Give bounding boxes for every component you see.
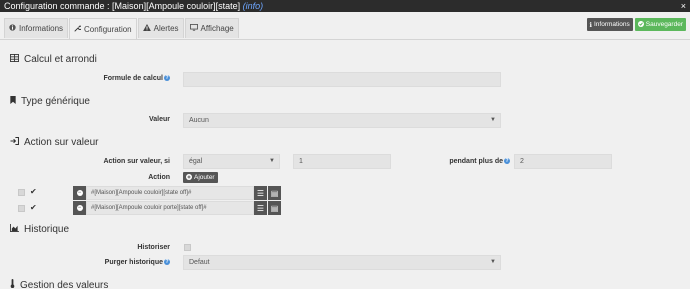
info-icon: ℹ — [589, 21, 592, 29]
close-icon[interactable]: × — [681, 0, 686, 12]
command-input-value: #[Maison][Ampoule couloir][state off]# — [91, 190, 192, 196]
add-action-label: Ajouter — [194, 174, 215, 181]
thermometer-icon — [10, 279, 15, 289]
window-title: Configuration commande : [Maison][Ampoul… — [4, 1, 241, 11]
valeur-label: Valeur — [148, 116, 170, 123]
tab-alertes[interactable]: Alertes — [137, 18, 184, 38]
chevron-down-icon: ▼ — [490, 117, 496, 123]
tab-configuration[interactable]: Configuration — [69, 18, 137, 40]
purger-select-value: Defaut — [189, 259, 210, 266]
tab-bar: Informations Configuration Alertes Affic… — [0, 18, 240, 40]
formule-label: Formule de calcul? — [100, 75, 170, 82]
help-icon[interactable]: ? — [504, 158, 510, 164]
list-icon[interactable]: ☰ — [254, 201, 267, 215]
minus-circle-icon: − — [76, 190, 83, 196]
sign-in-icon — [10, 136, 20, 148]
section-title: Type générique — [21, 96, 90, 107]
warning-icon — [142, 24, 151, 33]
info-circle-icon — [9, 24, 16, 33]
section-type: Type générique — [10, 96, 90, 107]
check-circle-icon — [637, 20, 644, 29]
help-icon[interactable]: ? — [164, 259, 170, 265]
check-icon: ✔ — [30, 203, 37, 212]
informations-button-label: Informations — [593, 21, 630, 28]
table-icon — [10, 54, 19, 65]
remove-action-button[interactable]: − — [73, 186, 86, 200]
informations-button[interactable]: ℹ Informations — [586, 18, 633, 31]
valeur-select[interactable]: Aucun ▼ — [183, 113, 501, 128]
help-icon[interactable]: ? — [164, 75, 170, 81]
row-enable-checkbox[interactable] — [18, 189, 25, 196]
pendant-label-text: pendant plus de — [449, 158, 503, 165]
tab-label: Affichage — [200, 24, 234, 33]
window-title-info: (info) — [242, 1, 264, 11]
purger-label: Purger historique? — [100, 259, 170, 266]
list-icon[interactable]: ☰ — [254, 186, 267, 200]
bookmark-icon — [10, 96, 16, 107]
valeur-select-value: Aucun — [189, 117, 209, 124]
formule-label-text: Formule de calcul — [103, 75, 163, 82]
monitor-icon — [189, 24, 198, 33]
save-button[interactable]: Sauvegarder — [634, 18, 686, 31]
plus-circle-icon — [186, 173, 192, 182]
check-icon: ✔ — [30, 187, 37, 196]
tab-label: Alertes — [153, 24, 179, 33]
historiser-checkbox[interactable] — [184, 244, 191, 251]
select-command-icon[interactable]: ▤ — [268, 201, 281, 215]
save-button-label: Sauvegarder — [645, 21, 683, 28]
purger-label-text: Purger historique — [104, 259, 163, 266]
pendant-input[interactable]: 2 — [514, 154, 612, 169]
wrench-icon — [74, 25, 83, 34]
section-calcul: Calcul et arrondi — [10, 54, 97, 65]
section-title: Gestion des valeurs — [20, 279, 109, 289]
section-gestion: Gestion des valeurs — [10, 279, 108, 289]
section-title: Historique — [24, 224, 70, 235]
command-input-value: #[Maison][Ampoule couloir porte][state o… — [91, 205, 207, 211]
select-command-icon[interactable]: ▤ — [268, 186, 281, 200]
section-title: Action sur valeur — [24, 137, 99, 148]
window-titlebar: Configuration commande : [Maison][Ampoul… — [0, 0, 690, 12]
action-si-label: Action sur valeur, si — [103, 158, 170, 165]
tab-affichage[interactable]: Affichage — [184, 18, 239, 38]
tab-divider — [0, 39, 690, 40]
section-action: Action sur valeur — [10, 136, 99, 148]
chevron-down-icon: ▼ — [269, 158, 275, 164]
operator-select-value: égal — [189, 158, 203, 165]
remove-action-button[interactable]: − — [73, 201, 86, 215]
top-actions: ℹ Informations Sauvegarder — [586, 18, 686, 31]
row-enable-checkbox[interactable] — [18, 205, 25, 212]
minus-circle-icon: − — [76, 205, 83, 211]
tab-label: Informations — [19, 24, 64, 33]
formule-input[interactable] — [183, 72, 501, 87]
purger-select[interactable]: Defaut ▼ — [183, 255, 501, 270]
tab-label: Configuration — [84, 25, 132, 34]
section-title: Calcul et arrondi — [24, 54, 97, 65]
add-action-button[interactable]: Ajouter — [183, 172, 218, 183]
historiser-label: Historiser — [137, 244, 170, 251]
operator-select[interactable]: égal ▼ — [183, 154, 280, 169]
tab-informations[interactable]: Informations — [4, 18, 69, 38]
action-label: Action — [148, 174, 170, 181]
value-input[interactable]: 1 — [293, 154, 391, 169]
pendant-label: pendant plus de? — [430, 158, 510, 165]
section-historique: Historique — [10, 224, 69, 235]
chevron-down-icon: ▼ — [490, 259, 496, 265]
area-chart-icon — [10, 224, 19, 235]
